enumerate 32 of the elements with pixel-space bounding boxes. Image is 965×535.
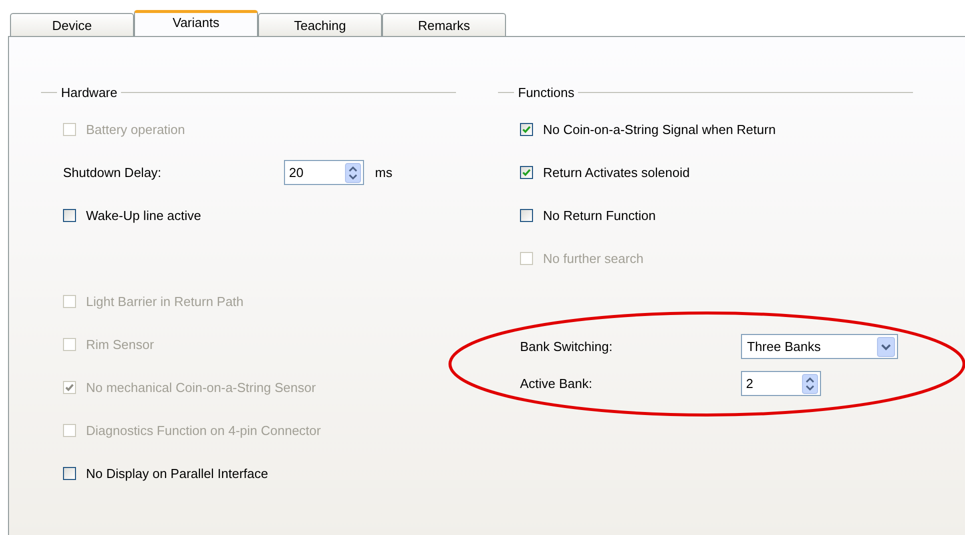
- checkbox[interactable]: [520, 166, 533, 179]
- group-title: Hardware: [60, 84, 118, 100]
- spinner-field[interactable]: 20: [284, 160, 364, 185]
- tab[interactable]: Device: [10, 13, 134, 36]
- checkbox-label: No Return Function: [543, 208, 656, 223]
- tab[interactable]: Remarks: [382, 13, 506, 36]
- checkbox-label: Diagnostics Function on 4-pin Connector: [86, 423, 321, 438]
- tab[interactable]: Variants: [134, 10, 258, 37]
- checkbox-label: No Coin-on-a-String Signal when Return: [543, 122, 776, 137]
- checkbox[interactable]: [63, 467, 76, 480]
- checkbox-label: No further search: [543, 251, 644, 266]
- spin-arrows-icon[interactable]: [345, 162, 361, 182]
- group-title: Functions: [517, 84, 576, 100]
- checkbox-label: Light Barrier in Return Path: [86, 294, 244, 309]
- checkbox[interactable]: [520, 123, 533, 136]
- dropdown[interactable]: Three Banks: [741, 334, 898, 359]
- checkbox-label: Wake-Up line active: [86, 208, 202, 223]
- checkbox-label: No mechanical Coin-on-a-String Sensor: [86, 380, 316, 395]
- field-label: Shutdown Delay:: [63, 165, 162, 180]
- spin-arrows-icon[interactable]: [802, 374, 818, 394]
- checkbox-label: Rim Sensor: [86, 337, 154, 352]
- checkbox-label: Battery operation: [86, 122, 186, 137]
- checkbox-label: Return Activates solenoid: [543, 165, 690, 180]
- checkbox[interactable]: [63, 209, 76, 222]
- unit-label: ms: [375, 165, 392, 180]
- tab[interactable]: Teaching: [258, 13, 382, 36]
- spinner-field[interactable]: 2: [741, 371, 821, 396]
- field-label: Active Bank:: [520, 376, 594, 391]
- chevron-down-icon[interactable]: [877, 336, 895, 356]
- checkbox-label: No Display on Parallel Interface: [86, 466, 268, 481]
- checkbox[interactable]: [520, 209, 533, 222]
- field-label: Bank Switching:: [520, 339, 614, 354]
